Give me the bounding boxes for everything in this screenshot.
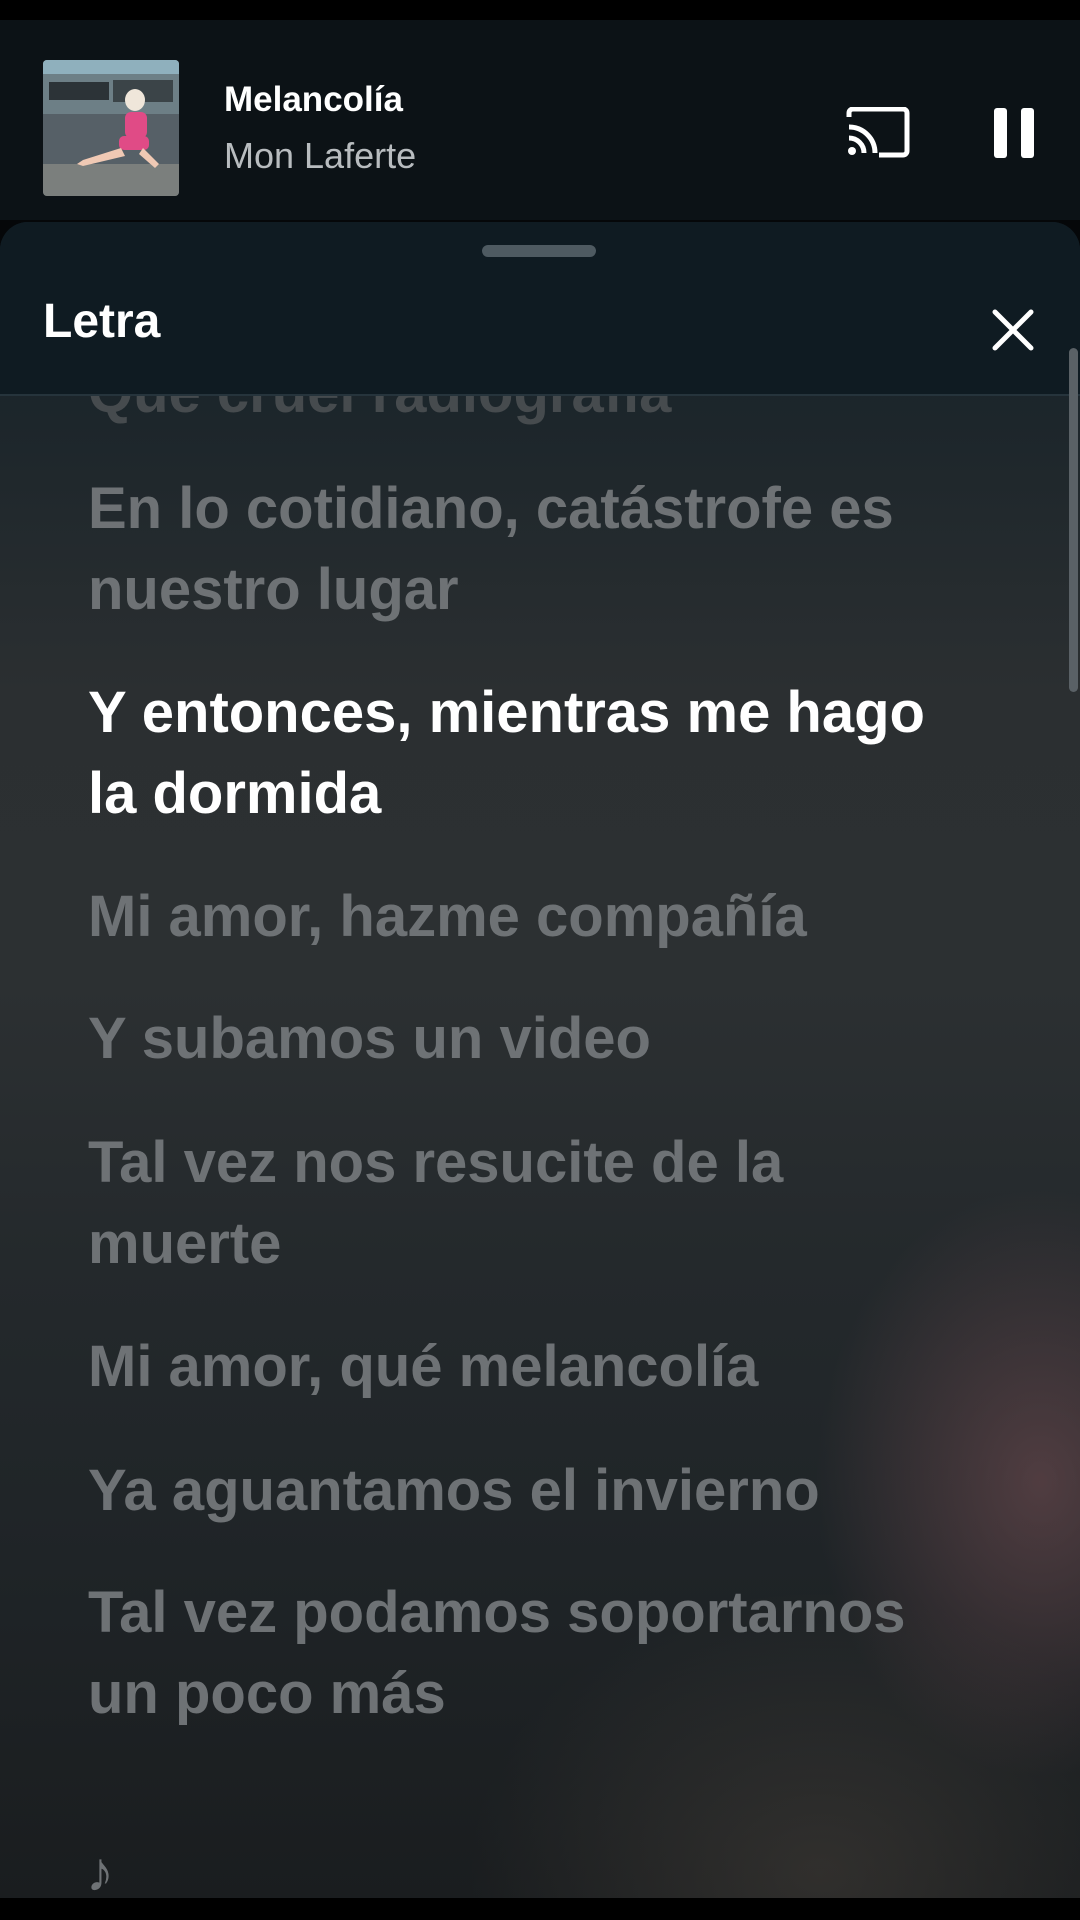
lyric-line[interactable]: En lo cotidiano, catástrofe es nuestro l… — [88, 468, 988, 630]
music-note-icon: ♪ — [86, 1840, 114, 1899]
lyric-line[interactable]: Mi amor, hazme compañía — [88, 876, 988, 957]
lyric-line[interactable]: Tal vez nos resucite de la muerte — [88, 1122, 988, 1284]
cast-button[interactable] — [840, 95, 916, 171]
mini-player[interactable]: Melancolía Mon Laferte — [0, 20, 1080, 220]
status-bar — [0, 0, 1080, 20]
album-art-image — [43, 60, 179, 196]
lyric-line[interactable]: Qué cruel radiografía — [88, 396, 988, 433]
scrollbar[interactable] — [1069, 348, 1078, 692]
album-art[interactable] — [43, 60, 179, 196]
lyric-line[interactable]: Y subamos un video — [88, 998, 988, 1079]
navigation-bar — [0, 1898, 1080, 1920]
track-title[interactable]: Melancolía — [224, 80, 403, 120]
cast-icon — [846, 107, 910, 158]
sheet-header: Letra — [0, 222, 1080, 396]
lyric-line[interactable]: Tal vez podamos soportarnos un poco más — [88, 1572, 988, 1734]
pause-button[interactable] — [976, 95, 1052, 171]
drag-handle[interactable] — [482, 245, 596, 257]
track-artist[interactable]: Mon Laferte — [224, 135, 416, 177]
lyric-line[interactable]: Ya aguantamos el invierno — [88, 1450, 988, 1531]
close-button[interactable] — [985, 302, 1041, 358]
sheet-title: Letra — [43, 295, 161, 348]
lyric-line[interactable]: Mi amor, qué melancolía — [88, 1326, 988, 1407]
lyrics-list[interactable]: Qué cruel radiografía En lo cotidiano, c… — [0, 396, 1080, 1898]
pause-icon — [994, 108, 1034, 158]
lyric-line-current[interactable]: Y entonces, mientras me hago la dormida — [88, 672, 988, 834]
lyrics-sheet: Letra Qué cruel radiografía En lo cotidi… — [0, 222, 1080, 1898]
close-icon — [992, 309, 1034, 351]
